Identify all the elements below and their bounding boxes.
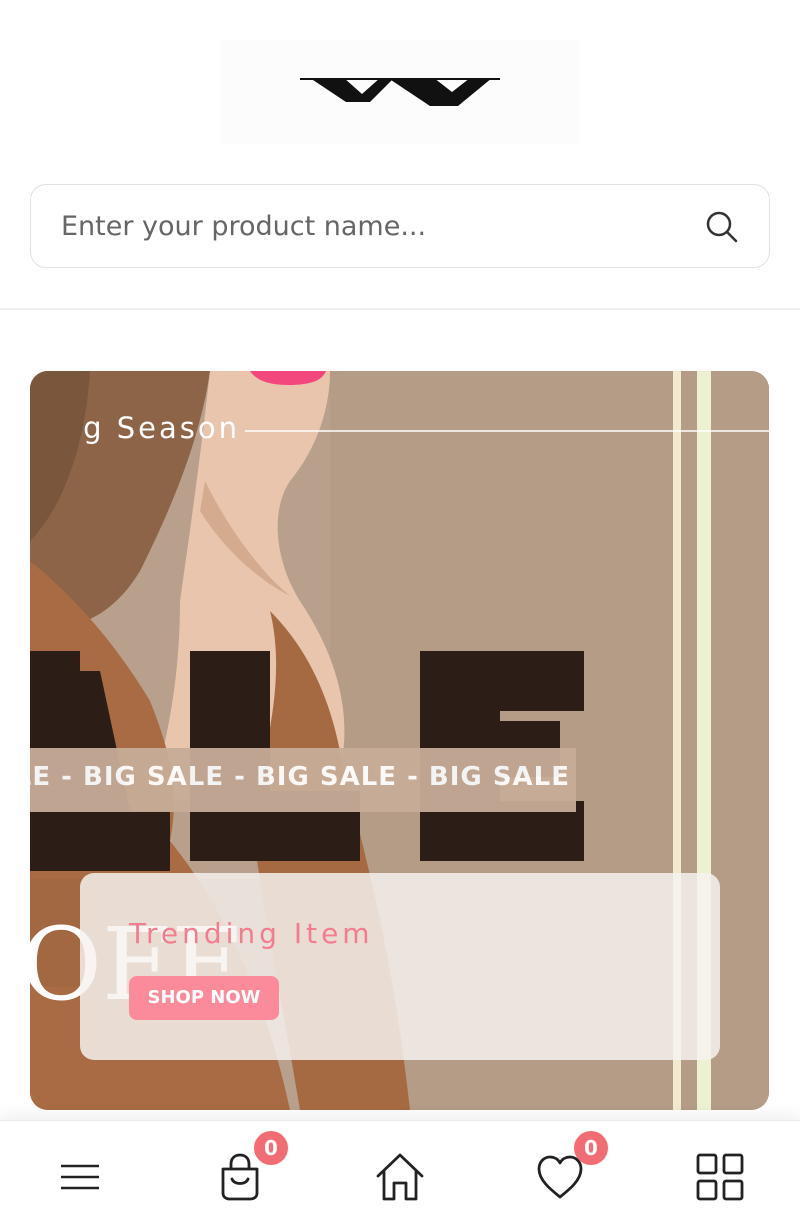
wishlist-count-badge: 0 — [574, 1131, 608, 1165]
search-button[interactable] — [705, 210, 739, 244]
big-sale-strip: SALE - BIG SALE - BIG SALE - BIG SALE — [30, 748, 576, 812]
cart-count-badge: 0 — [254, 1131, 288, 1165]
season-text-box: g Season — [30, 411, 240, 457]
season-text: g Season — [83, 411, 240, 445]
search-input[interactable] — [61, 185, 681, 267]
logo-icon — [300, 78, 500, 106]
menu-icon — [61, 1164, 99, 1190]
wishlist-button[interactable]: 0 — [532, 1131, 608, 1205]
home-button[interactable] — [372, 1149, 428, 1205]
big-sale-text: SALE - BIG SALE - BIG SALE - BIG SALE — [30, 762, 570, 792]
categories-button[interactable] — [692, 1149, 748, 1205]
logo[interactable] — [220, 40, 580, 144]
header — [0, 0, 800, 310]
bottom-nav: 0 0 — [0, 1120, 800, 1232]
search-bar — [30, 184, 770, 268]
promo-banner[interactable]: OFF g Season SALE - BIG SALE - BIG SALE … — [30, 371, 769, 1110]
home-icon — [376, 1153, 424, 1201]
card-title: Trending Item — [129, 917, 374, 950]
trending-card: Trending Item SHOP NOW — [80, 873, 720, 1060]
menu-button[interactable] — [52, 1149, 108, 1205]
shop-now-button[interactable]: SHOP NOW — [129, 976, 279, 1020]
search-icon — [706, 211, 738, 243]
grid-icon — [696, 1153, 744, 1201]
cart-button[interactable]: 0 — [212, 1131, 288, 1205]
